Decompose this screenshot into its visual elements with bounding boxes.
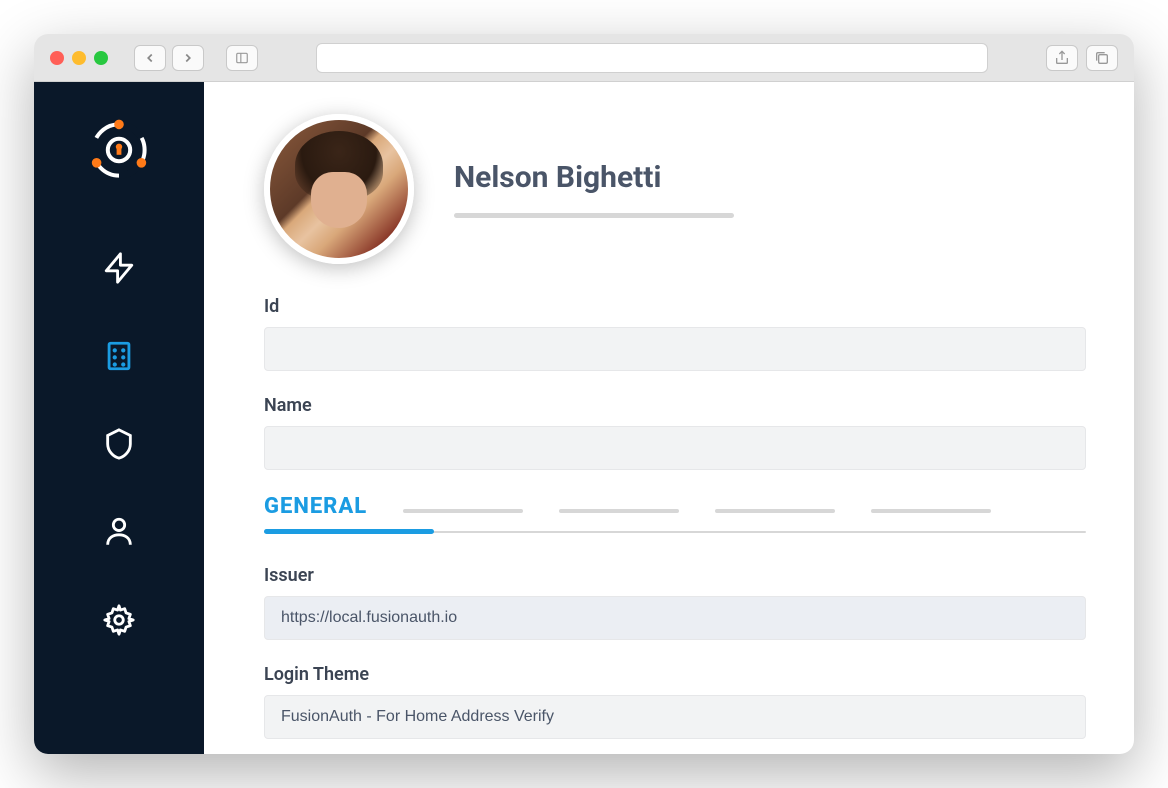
minimize-window-button[interactable] [72, 51, 86, 65]
field-issuer: Issuer [264, 565, 1086, 640]
field-name: Name [264, 395, 1086, 470]
tab-placeholder[interactable] [871, 509, 991, 513]
avatar [264, 114, 414, 264]
content: Nelson Bighetti Id Name GENERAL [34, 82, 1134, 754]
titlebar [34, 34, 1134, 82]
app-logo[interactable] [79, 110, 159, 190]
field-id-label: Id [264, 296, 1086, 317]
tabs: GENERAL [264, 494, 1086, 531]
profile-name: Nelson Bighetti [454, 160, 734, 195]
field-login-theme: Login Theme [264, 664, 1086, 739]
field-id-input[interactable] [264, 327, 1086, 371]
bolt-icon [102, 251, 136, 285]
profile-header: Nelson Bighetti [264, 114, 1086, 264]
forward-button[interactable] [172, 45, 204, 71]
field-issuer-label: Issuer [264, 565, 1086, 586]
tab-underline [264, 531, 1086, 533]
address-bar[interactable] [316, 43, 988, 73]
title-underline [454, 213, 734, 218]
sidebar-item-activity[interactable] [101, 250, 137, 286]
tab-general[interactable]: GENERAL [264, 494, 367, 519]
field-name-input[interactable] [264, 426, 1086, 470]
tab-underline-active [264, 529, 434, 534]
sidebar [34, 82, 204, 754]
fusionauth-logo-icon [79, 110, 159, 190]
field-name-label: Name [264, 395, 1086, 416]
field-login-theme-input[interactable] [264, 695, 1086, 739]
nav-buttons [134, 45, 204, 71]
sidebar-item-settings[interactable] [101, 602, 137, 638]
maximize-window-button[interactable] [94, 51, 108, 65]
profile-title-block: Nelson Bighetti [454, 160, 734, 218]
building-icon [102, 339, 136, 373]
share-button[interactable] [1046, 45, 1078, 71]
tabs-button[interactable] [1086, 45, 1118, 71]
sidebar-toggle-button[interactable] [226, 45, 258, 71]
sidebar-item-security[interactable] [101, 426, 137, 462]
titlebar-right [1046, 45, 1118, 71]
tabs-icon [1094, 50, 1110, 66]
user-icon [102, 515, 136, 549]
back-button[interactable] [134, 45, 166, 71]
sidebar-item-tenants[interactable] [101, 338, 137, 374]
share-icon [1054, 50, 1070, 66]
field-id: Id [264, 296, 1086, 371]
shield-icon [102, 427, 136, 461]
browser-window: Nelson Bighetti Id Name GENERAL [34, 34, 1134, 754]
tab-placeholder[interactable] [403, 509, 523, 513]
sidebar-item-users[interactable] [101, 514, 137, 550]
field-issuer-input[interactable] [264, 596, 1086, 640]
window-controls [50, 51, 108, 65]
gear-icon [102, 603, 136, 637]
main-panel: Nelson Bighetti Id Name GENERAL [204, 82, 1134, 754]
close-window-button[interactable] [50, 51, 64, 65]
field-login-theme-label: Login Theme [264, 664, 1086, 685]
tab-placeholder[interactable] [559, 509, 679, 513]
tab-placeholder[interactable] [715, 509, 835, 513]
sidebar-icon [234, 51, 250, 65]
